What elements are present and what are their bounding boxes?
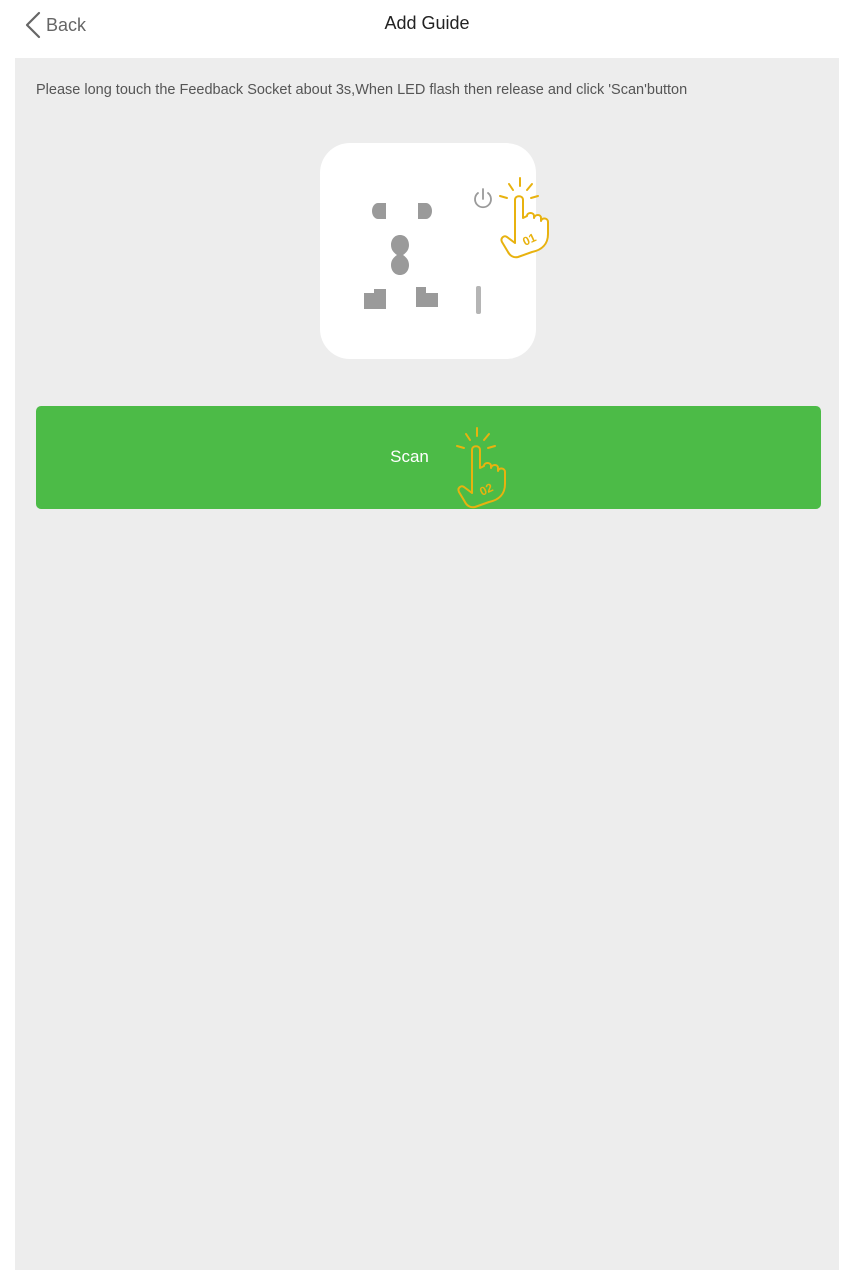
tap-hand-icon-step2: 02	[452, 426, 542, 521]
scan-button[interactable]: Scan 02	[36, 406, 821, 509]
scan-button-label: Scan	[390, 447, 429, 466]
tap-hand-icon-step1: 01	[495, 176, 585, 271]
power-icon	[471, 187, 495, 216]
instruction-text: Please long touch the Feedback Socket ab…	[36, 82, 688, 98]
header-bar: Back Add Guide	[0, 0, 854, 58]
content-area: Please long touch the Feedback Socket ab…	[15, 58, 839, 1270]
page-title: Add Guide	[384, 13, 470, 33]
add-guide-screen: Back Add Guide Please long touch the Fee…	[0, 0, 854, 1270]
